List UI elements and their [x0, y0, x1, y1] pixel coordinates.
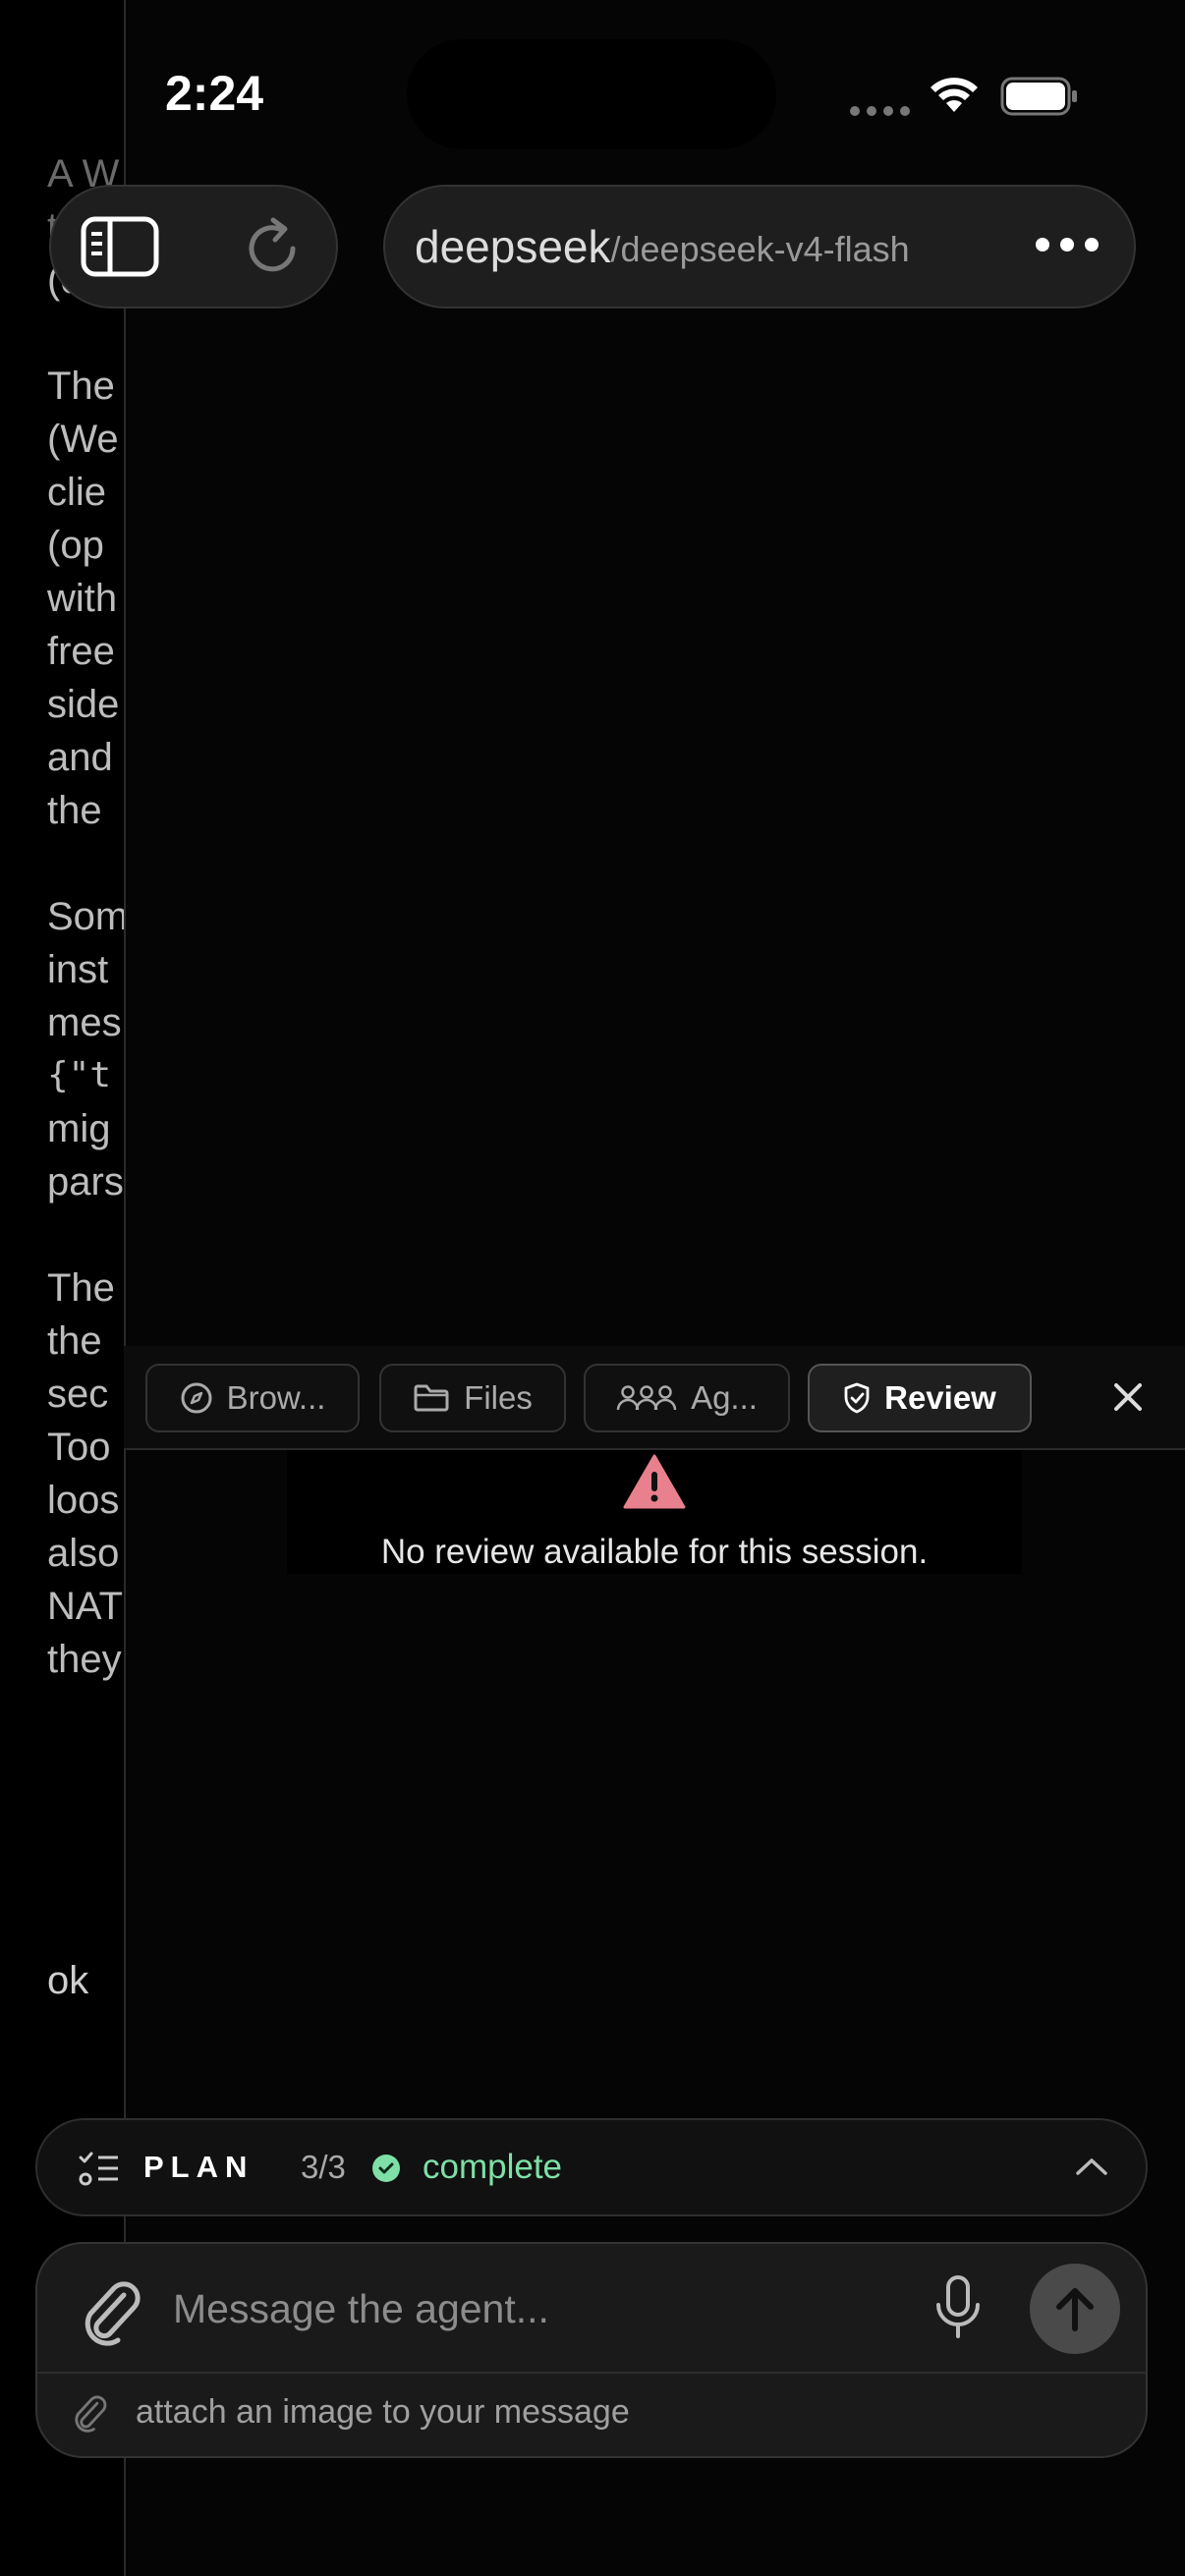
plan-bar[interactable]: PLAN 3/3 complete	[35, 2118, 1148, 2216]
checklist-icon	[79, 2152, 118, 2186]
arrow-up-icon	[1056, 2288, 1094, 2331]
message-input[interactable]	[171, 2273, 941, 2344]
chat-paragraph: The (We clie (op with free side and the	[47, 364, 120, 832]
plan-status: complete	[423, 2148, 563, 2186]
review-message: No review available for this session.	[380, 1533, 929, 1571]
close-icon[interactable]	[1108, 1377, 1148, 1417]
send-button[interactable]	[1030, 2264, 1120, 2354]
message-composer: attach an image to your message	[35, 2242, 1148, 2458]
chat-message-ok: ok	[47, 1959, 89, 2002]
more-options-icon[interactable]	[1036, 238, 1099, 252]
dynamic-island	[407, 39, 776, 149]
signal-icon	[850, 106, 910, 116]
chevron-up-icon[interactable]	[1075, 2156, 1108, 2177]
chat-paragraph: Som inst mes {"t mig pars	[47, 895, 128, 1204]
paperclip-icon	[75, 2395, 107, 2433]
battery-icon	[1000, 77, 1077, 116]
shield-check-icon	[844, 1382, 870, 1414]
paperclip-icon[interactable]	[81, 2277, 143, 2346]
tab-review[interactable]: Review	[808, 1364, 1032, 1432]
compass-icon	[181, 1382, 212, 1414]
folder-icon	[414, 1384, 449, 1412]
wifi-icon	[931, 78, 978, 112]
status-time: 2:24	[165, 66, 264, 121]
panel-tabs: Brow... Files Ag... Review	[124, 1346, 1185, 1450]
attach-hint: attach an image to your message	[136, 2393, 630, 2431]
background-chat-text: A W t (con The (We clie (op with free si…	[47, 147, 128, 1739]
plan-count: 3/3	[301, 2149, 346, 2185]
composer-divider	[37, 2372, 1146, 2374]
check-circle-icon	[372, 2155, 400, 2182]
chat-paragraph: The the sec Too loos also NAT they	[47, 1266, 124, 1681]
reload-icon[interactable]	[240, 216, 305, 281]
sidebar-toggle-icon[interactable]	[81, 216, 159, 277]
url-bar[interactable]: deepseek /deepseek-v4-flash	[383, 185, 1136, 308]
agents-icon	[616, 1385, 677, 1411]
url-brand: deepseek	[415, 221, 611, 272]
warning-icon	[623, 1454, 686, 1509]
tab-files[interactable]: Files	[379, 1364, 566, 1432]
microphone-icon[interactable]	[933, 2273, 983, 2342]
tab-agents[interactable]: Ag...	[584, 1364, 790, 1432]
tab-browser[interactable]: Brow...	[145, 1364, 360, 1432]
plan-label: PLAN	[143, 2150, 254, 2184]
navigation-pill	[49, 185, 338, 308]
url-model: /deepseek-v4-flash	[610, 229, 910, 269]
